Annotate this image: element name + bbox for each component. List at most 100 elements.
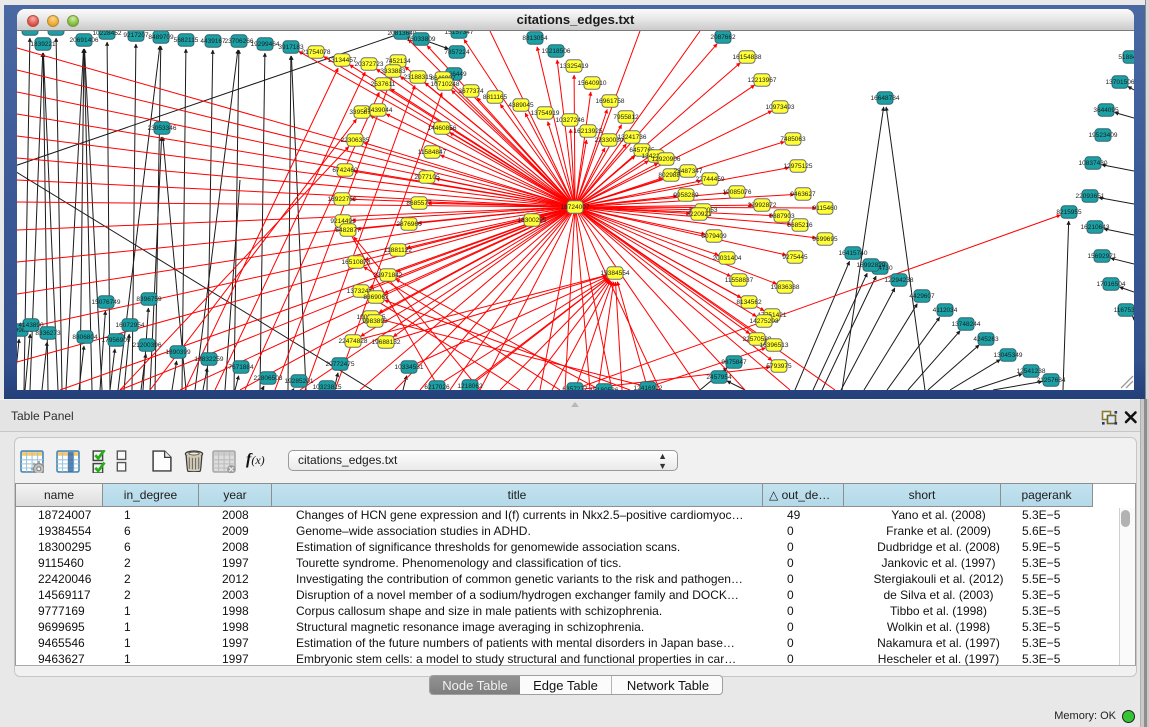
svg-text:23487347: 23487347	[674, 168, 703, 175]
svg-text:7955812: 7955812	[613, 114, 639, 121]
svg-text:16396513: 16396513	[760, 342, 789, 349]
svg-text:12975125: 12975125	[784, 163, 813, 170]
svg-text:23188315: 23188315	[404, 74, 433, 81]
svg-text:18992829: 18992829	[857, 262, 886, 269]
svg-text:10228452: 10228452	[93, 31, 122, 37]
svg-text:3333883: 3333883	[380, 68, 406, 75]
svg-text:7485063: 7485063	[780, 136, 806, 143]
svg-text:8336273: 8336273	[35, 330, 61, 337]
svg-text:13325419: 13325419	[560, 63, 589, 70]
svg-text:10710248: 10710248	[431, 81, 460, 88]
svg-text:2876966: 2876966	[396, 221, 422, 228]
svg-text:19085076: 19085076	[723, 189, 752, 196]
svg-text:15076749: 15076749	[92, 299, 121, 306]
svg-text:20031404: 20031404	[713, 255, 742, 262]
svg-text:23971842: 23971842	[374, 272, 403, 279]
svg-text:4429607: 4429607	[909, 293, 935, 300]
svg-text:7452134: 7452134	[385, 58, 411, 65]
svg-text:18724007: 18724007	[561, 204, 590, 211]
svg-text:5685216: 5685216	[787, 222, 813, 229]
svg-text:20372723: 20372723	[355, 61, 384, 68]
svg-text:12416912: 12416912	[634, 385, 663, 390]
svg-text:19299464: 19299464	[251, 41, 280, 48]
svg-text:11558837: 11558837	[725, 277, 754, 284]
svg-text:10837430: 10837430	[1079, 160, 1108, 167]
svg-text:18922760: 18922760	[328, 196, 357, 203]
svg-text:14460856: 14460856	[428, 125, 457, 132]
svg-text:7671884: 7671884	[228, 364, 254, 371]
svg-text:9217207: 9217207	[123, 32, 149, 39]
svg-text:8215955: 8215955	[1056, 209, 1082, 216]
svg-text:17016504: 17016504	[1097, 281, 1126, 288]
svg-text:15180586: 15180586	[590, 387, 619, 390]
svg-text:4389045: 4389045	[508, 102, 534, 109]
svg-text:19688132: 19688132	[372, 339, 401, 346]
svg-text:9983893: 9983893	[362, 318, 388, 325]
svg-text:5682115: 5682115	[174, 37, 199, 44]
svg-text:6482877: 6482877	[335, 227, 361, 234]
svg-text:4112034: 4112034	[933, 307, 958, 314]
svg-text:8489709: 8489709	[148, 34, 174, 41]
svg-text:16415740: 16415740	[839, 250, 868, 257]
svg-text:8813054: 8813054	[522, 35, 548, 42]
svg-text:12920906: 12920906	[652, 156, 681, 163]
svg-text:16648784: 16648784	[871, 95, 900, 102]
svg-text:16961758: 16961758	[596, 98, 625, 105]
svg-text:2077105: 2077105	[414, 174, 440, 181]
svg-text:19384554: 19384554	[601, 270, 630, 277]
svg-text:4439167: 4439167	[200, 38, 226, 45]
svg-text:6217026: 6217026	[424, 384, 450, 390]
svg-text:19523409: 19523409	[1089, 132, 1118, 139]
svg-text:12213967: 12213967	[748, 77, 777, 84]
svg-text:8134562: 8134562	[736, 299, 762, 306]
svg-text:16210643: 16210643	[1081, 224, 1110, 231]
svg-text:22455603: 22455603	[17, 31, 45, 33]
svg-text:22992872: 22992872	[748, 202, 777, 209]
svg-text:6742460: 6742460	[332, 167, 358, 174]
svg-text:8806804: 8806804	[72, 334, 98, 341]
svg-text:8685577: 8685577	[406, 200, 432, 207]
svg-text:21257684: 21257684	[1037, 377, 1066, 384]
svg-text:15692971: 15692971	[1088, 253, 1117, 260]
svg-text:13241736: 13241736	[618, 134, 647, 141]
svg-text:23053346: 23053346	[148, 125, 177, 132]
svg-text:3220921: 3220921	[686, 211, 712, 218]
svg-text:15640910: 15640910	[578, 80, 607, 87]
svg-text:16033809: 16033809	[407, 36, 436, 43]
svg-text:8369062: 8369062	[363, 294, 389, 301]
svg-text:9463627: 9463627	[790, 191, 816, 198]
svg-text:22474828: 22474828	[339, 338, 368, 345]
svg-text:21754078: 21754078	[302, 49, 331, 56]
svg-text:10334531: 10334531	[395, 364, 424, 371]
svg-text:10327246: 10327246	[556, 117, 585, 124]
svg-text:2457954: 2457954	[706, 374, 732, 381]
svg-text:20772475: 20772475	[326, 361, 355, 368]
svg-text:22093651: 22093651	[1076, 193, 1105, 200]
svg-text:1167533: 1167533	[1114, 307, 1134, 314]
svg-text:22744459: 22744459	[696, 176, 725, 183]
svg-text:18300295: 18300295	[518, 217, 547, 224]
svg-text:9699695: 9699695	[812, 236, 838, 243]
svg-text:23706266: 23706266	[225, 38, 254, 45]
svg-text:13748244: 13748244	[952, 321, 981, 328]
svg-text:12541238: 12541238	[1017, 368, 1046, 375]
svg-text:21439044: 21439044	[364, 107, 393, 114]
svg-text:7857224: 7857224	[444, 49, 470, 56]
svg-text:9275445: 9275445	[782, 254, 808, 261]
svg-text:4735650: 4735650	[43, 31, 69, 33]
svg-text:3917183: 3917183	[278, 44, 304, 51]
svg-text:19832259: 19832259	[195, 356, 224, 363]
svg-text:2087662: 2087662	[710, 34, 736, 41]
svg-text:12294238: 12294238	[885, 277, 914, 284]
svg-text:2537611: 2537611	[371, 81, 396, 88]
svg-text:13754919: 13754919	[531, 110, 560, 117]
svg-text:13134457: 13134457	[328, 57, 357, 64]
svg-text:16510878: 16510878	[342, 259, 371, 266]
svg-text:6357277: 6357277	[562, 386, 588, 390]
svg-text:8396759: 8396759	[136, 296, 162, 303]
svg-text:1218062: 1218062	[457, 383, 483, 390]
svg-text:13701506: 13701506	[1106, 79, 1134, 86]
svg-text:1890399: 1890399	[165, 349, 191, 356]
svg-text:20691406: 20691406	[70, 37, 99, 44]
svg-text:10973493: 10973493	[766, 104, 795, 111]
